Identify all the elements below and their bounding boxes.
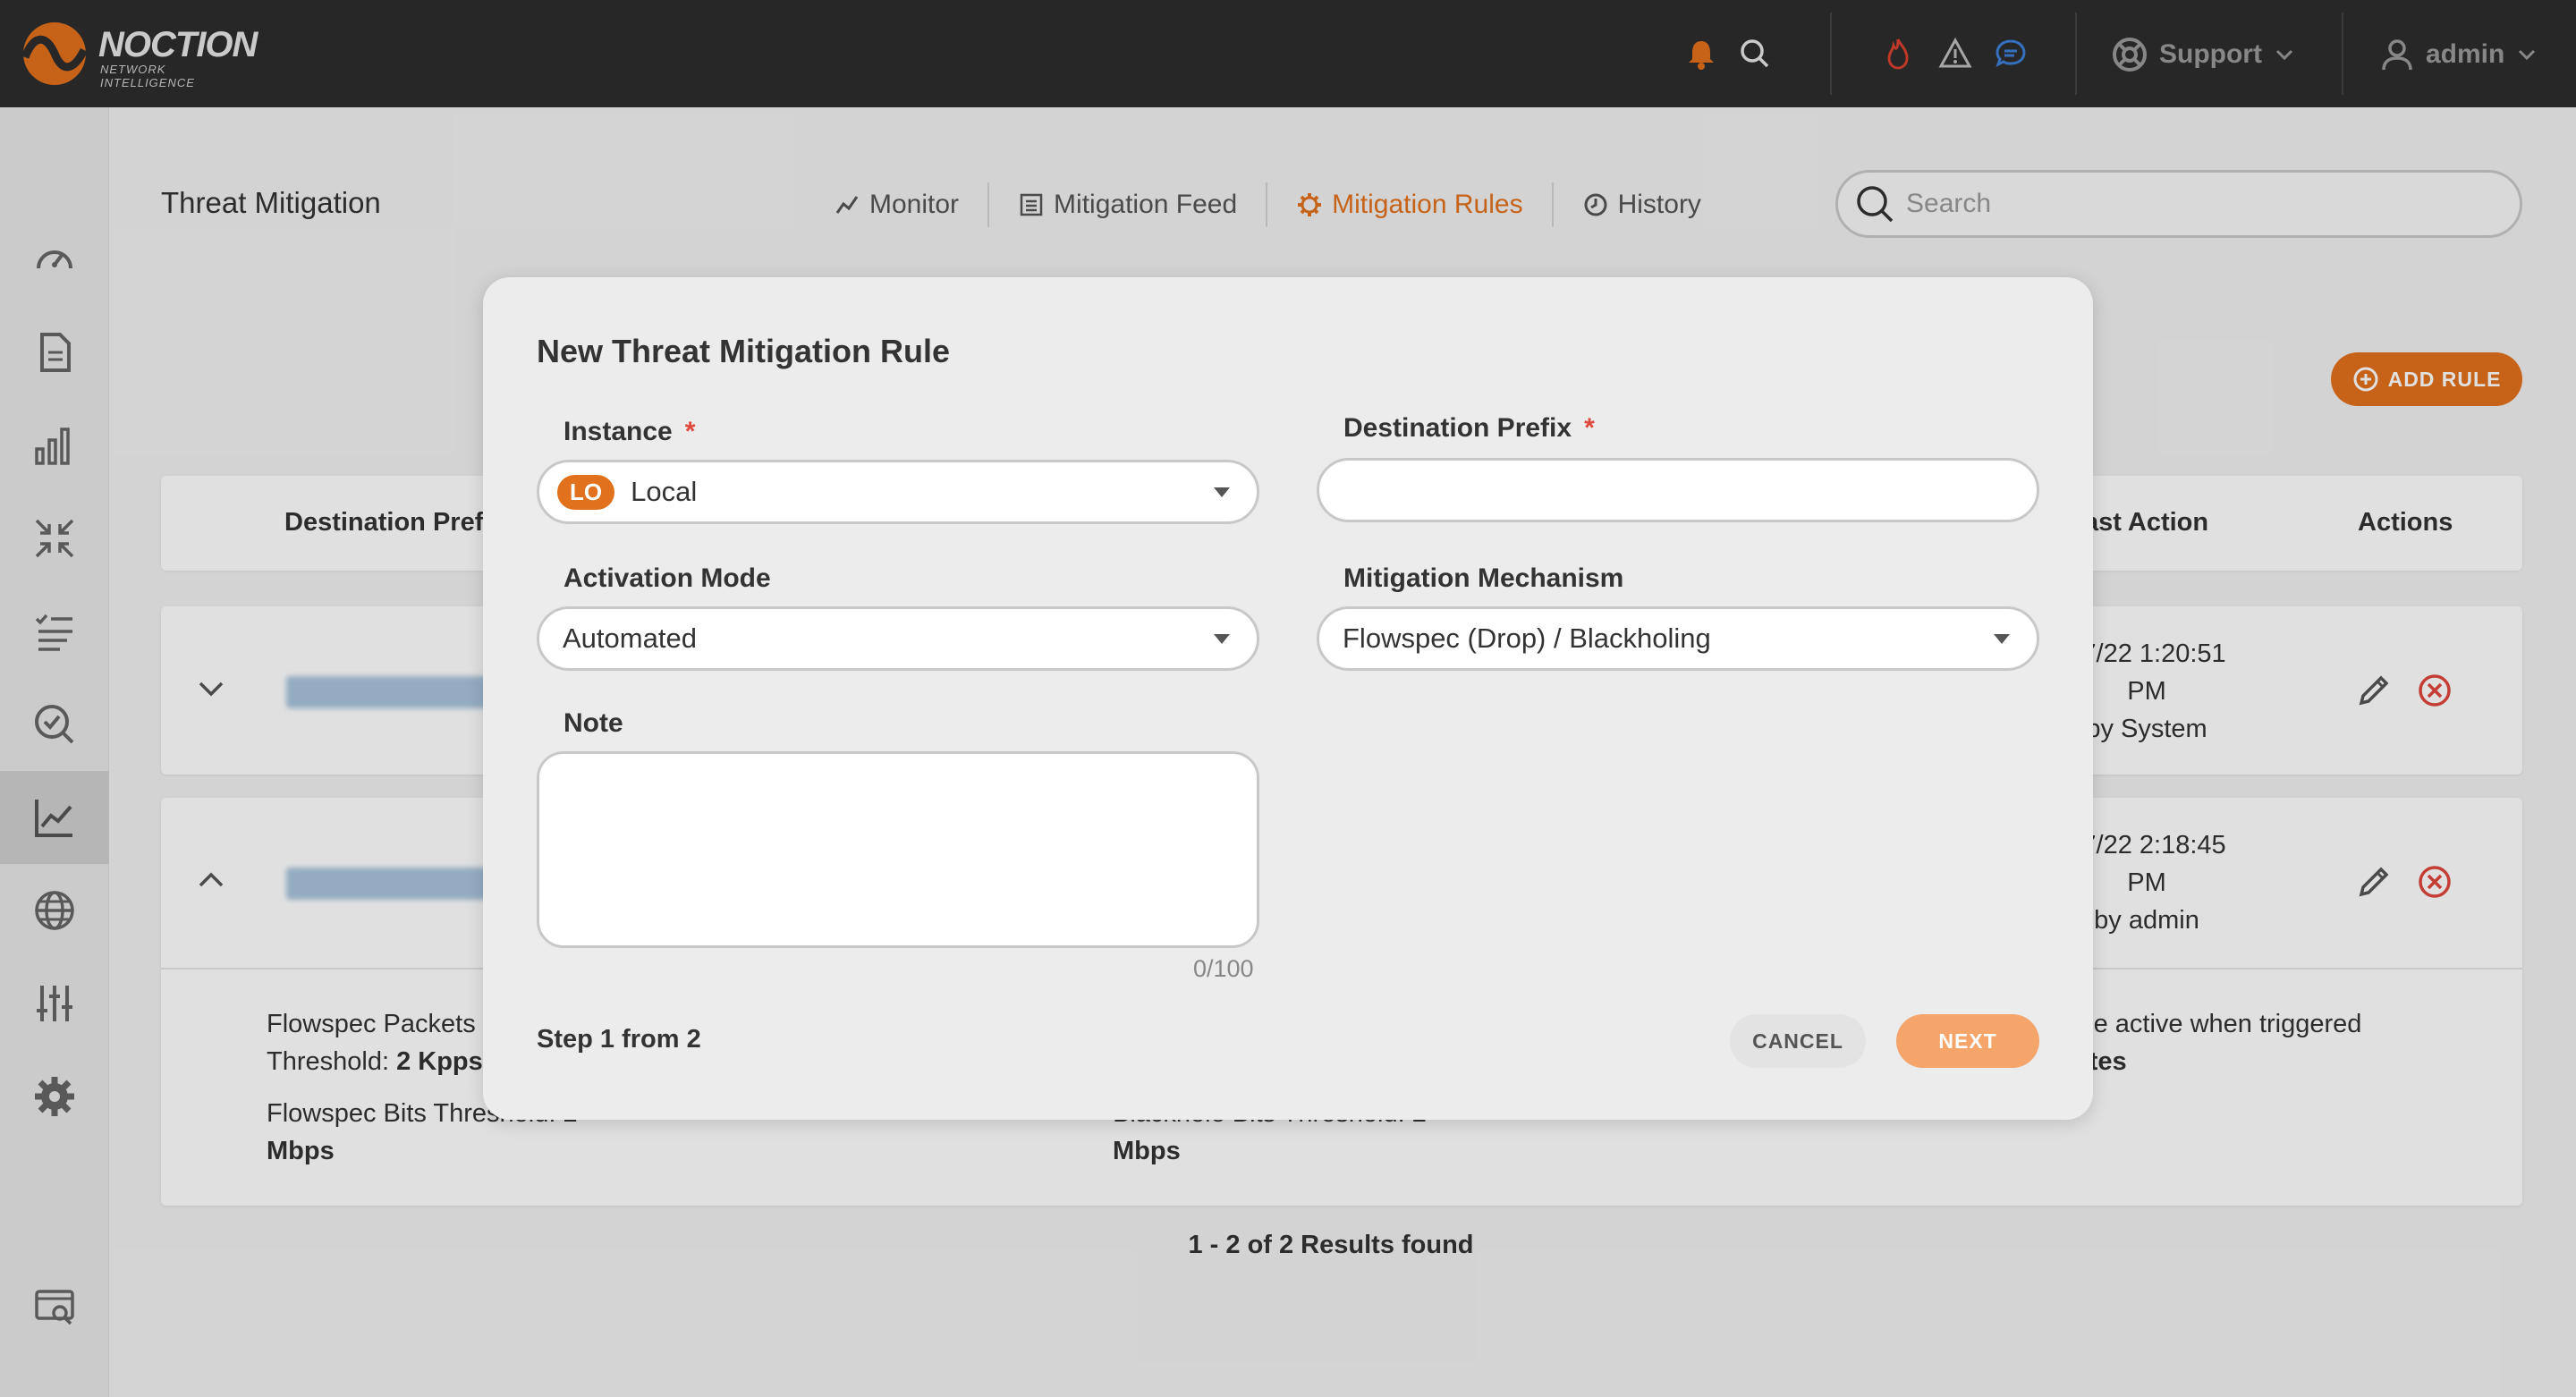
required-marker: * [684, 417, 696, 446]
cancel-button[interactable]: CANCEL [1730, 1014, 1866, 1068]
instance-label: Instance * [564, 417, 695, 447]
required-marker: * [1584, 413, 1595, 443]
caret-down-icon [1994, 634, 2010, 644]
caret-down-icon [1214, 634, 1230, 644]
mitigation-mechanism-value: Flowspec (Drop) / Blackholing [1343, 622, 1711, 654]
step-indicator: Step 1 from 2 [537, 1025, 701, 1054]
destination-prefix-label: Destination Prefix * [1343, 413, 1595, 444]
new-rule-dialog: New Threat Mitigation Rule Instance * LO … [483, 277, 2093, 1120]
next-button[interactable]: NEXT [1896, 1014, 2039, 1068]
mitigation-mechanism-select[interactable]: Flowspec (Drop) / Blackholing [1317, 606, 2039, 671]
activation-mode-value: Automated [563, 622, 697, 654]
note-char-counter: 0/100 [1193, 955, 1254, 982]
activation-mode-label: Activation Mode [564, 563, 771, 593]
note-textarea[interactable] [537, 751, 1259, 948]
caret-down-icon [1214, 487, 1230, 497]
note-label: Note [564, 708, 623, 738]
field-label-text: Destination Prefix [1343, 413, 1572, 443]
instance-select[interactable]: LO Local [537, 460, 1259, 524]
instance-value: Local [631, 476, 698, 507]
instance-badge: LO [557, 474, 615, 510]
activation-mode-select[interactable]: Automated [537, 606, 1259, 671]
field-label-text: Instance [564, 417, 673, 446]
destination-prefix-input[interactable] [1317, 458, 2039, 522]
dialog-title: New Threat Mitigation Rule [537, 333, 951, 369]
mitigation-mechanism-label: Mitigation Mechanism [1343, 563, 1624, 593]
